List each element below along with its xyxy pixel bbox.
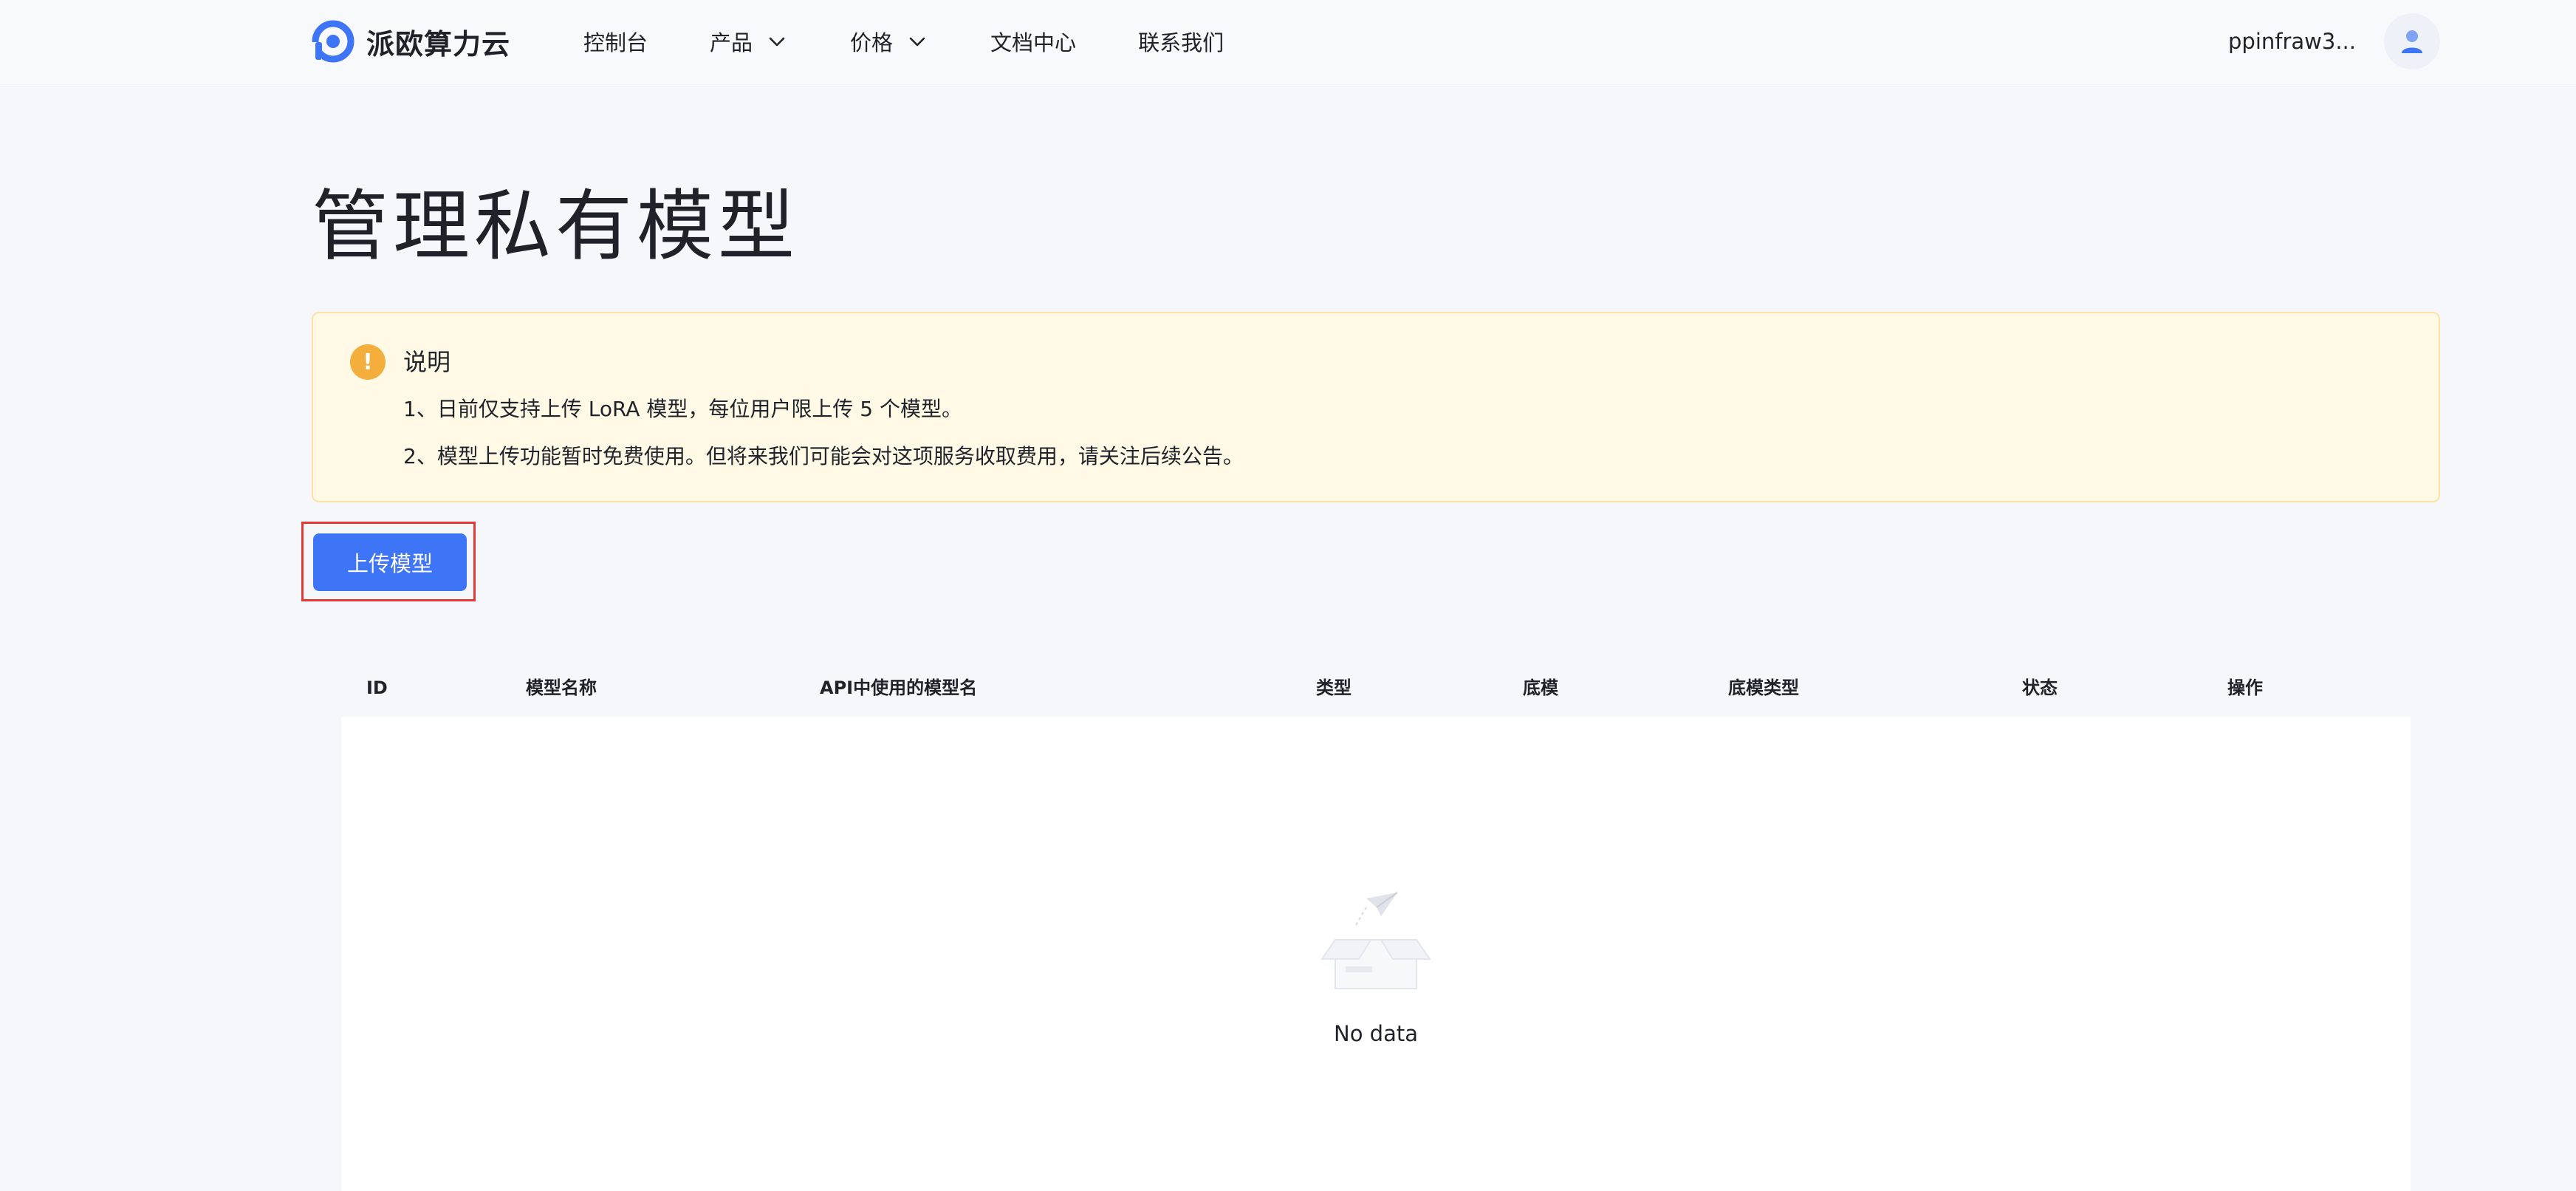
brand[interactable]: 派欧算力云 (312, 19, 510, 64)
table-header: ID 模型名称 API中使用的模型名 类型 底模 底模类型 状态 操作 (341, 661, 2411, 715)
menu-item-label: 价格 (850, 30, 894, 55)
chevron-down-icon (769, 37, 785, 47)
column-header-base-model: 底模 (1523, 678, 1558, 698)
column-header-actions: 操作 (2227, 678, 2263, 698)
notice-alert: ! 说明 1、日前仅支持上传 LoRA 模型，每位用户限上传 5 个模型。 2、… (312, 312, 2440, 502)
menu-item-label: 控制台 (583, 30, 648, 55)
table-body: No data (341, 717, 2411, 1191)
menu-item-pricing[interactable]: 价格 (850, 26, 928, 57)
notice-title: 说明 (403, 348, 451, 376)
menu-item-label: 文档中心 (990, 30, 1077, 55)
column-header-base-model-type: 底模类型 (1728, 678, 1799, 698)
menu-item-label: 产品 (710, 30, 753, 55)
notice-line: 1、日前仅支持上传 LoRA 模型，每位用户限上传 5 个模型。 (403, 397, 962, 421)
upload-model-button[interactable]: 上传模型 (313, 533, 467, 591)
user-icon (2402, 30, 2422, 53)
column-header-model-name: 模型名称 (526, 678, 597, 698)
menu-item-label: 联系我们 (1138, 30, 1224, 55)
menu-item-docs[interactable]: 文档中心 (990, 26, 1076, 57)
brand-name: 派欧算力云 (366, 27, 511, 61)
empty-box-icon (1320, 892, 1431, 989)
empty-state: No data (341, 891, 2411, 1046)
brand-logo-icon (312, 20, 354, 63)
page-title: 管理私有模型 (312, 181, 800, 271)
user-name: ppinfraw3... (2228, 29, 2356, 54)
empty-state-text: No data (1334, 1021, 1418, 1046)
menu-item-contact[interactable]: 联系我们 (1138, 26, 1224, 57)
main-menu: 控制台 产品 价格 文档中心 联系我们 (583, 0, 1224, 83)
menu-item-products[interactable]: 产品 (710, 26, 788, 57)
avatar[interactable] (2384, 13, 2440, 69)
column-header-id: ID (366, 678, 388, 698)
chevron-down-icon (909, 37, 925, 47)
warning-icon: ! (350, 344, 386, 380)
notice-line: 2、模型上传功能暂时免费使用。但将来我们可能会对这项服务收取费用，请关注后续公告… (403, 444, 1244, 468)
menu-item-console[interactable]: 控制台 (583, 26, 648, 57)
column-header-api-model-name: API中使用的模型名 (820, 678, 978, 698)
upload-button-highlight: 上传模型 (301, 522, 476, 601)
column-header-status: 状态 (2022, 678, 2058, 698)
column-header-type: 类型 (1316, 678, 1352, 698)
top-nav: 派欧算力云 控制台 产品 价格 文档中心 联系我们 ppinfraw3... (0, 0, 2576, 87)
user-menu[interactable]: ppinfraw3... (2228, 13, 2440, 69)
